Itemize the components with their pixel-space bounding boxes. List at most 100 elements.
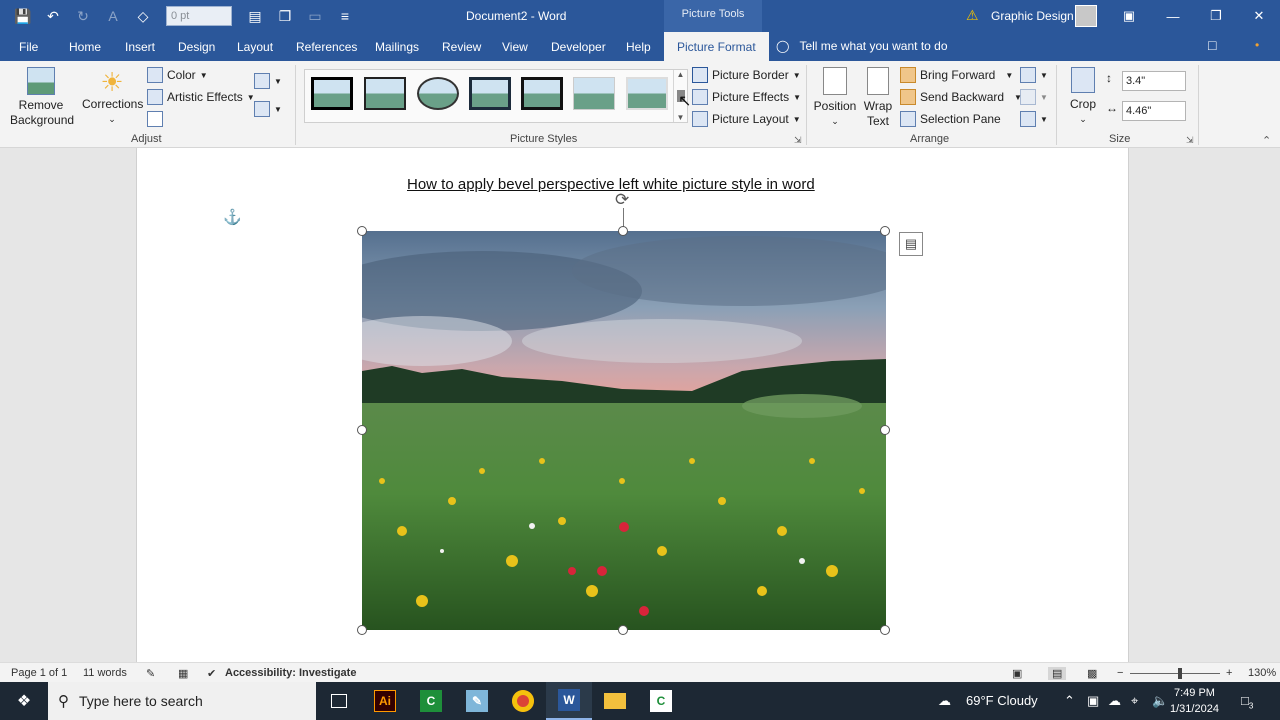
page-count[interactable]: Page 1 of 1 <box>11 667 67 679</box>
taskbar-search[interactable]: ⚲ Type here to search <box>48 682 316 720</box>
tab-home[interactable]: Home <box>69 40 101 54</box>
illustrator-icon[interactable]: Ai <box>362 682 408 720</box>
tab-file[interactable]: File <box>19 40 38 54</box>
resize-handle[interactable] <box>357 625 367 635</box>
document-heading[interactable]: How to apply bevel perspective left whit… <box>407 176 815 193</box>
width-field[interactable]: 4.46" <box>1122 101 1186 121</box>
group-button[interactable]: ▼ <box>1020 89 1048 105</box>
macro-icon[interactable]: ▦ <box>178 667 188 680</box>
resize-handle[interactable] <box>618 625 628 635</box>
layout-options-icon[interactable]: ▤ <box>899 232 923 256</box>
onedrive-icon[interactable]: ☁ <box>1108 693 1121 709</box>
zoom-level[interactable]: 130% <box>1248 667 1276 679</box>
resize-handle[interactable] <box>618 226 628 236</box>
collapse-ribbon-icon[interactable]: ⌃ <box>1262 134 1271 147</box>
resize-handle[interactable] <box>880 625 890 635</box>
volume-icon[interactable]: 🔈 <box>1152 693 1168 709</box>
save-icon[interactable]: 💾 <box>10 3 36 29</box>
rotate-button[interactable]: ▼ <box>1020 111 1048 127</box>
resize-handle[interactable] <box>880 226 890 236</box>
style-thumbnail[interactable] <box>573 77 615 110</box>
touch-mode-icon[interactable]: ◇ <box>130 3 156 29</box>
wifi-icon[interactable]: ⌖ <box>1131 693 1138 709</box>
meadow-picture[interactable] <box>362 231 886 630</box>
artistic-effects-button[interactable]: Artistic Effects ▼ <box>147 89 255 105</box>
accessibility-status[interactable]: Accessibility: Investigate <box>225 667 356 679</box>
ribbon-display-options-icon[interactable]: ▣ <box>1108 0 1150 32</box>
style-thumbnail[interactable] <box>364 77 406 110</box>
change-picture-button[interactable]: ▼ <box>254 101 282 117</box>
dialog-launcher-icon[interactable]: ⇲ <box>1186 135 1194 146</box>
weather-text[interactable]: 69°F Cloudy <box>966 693 1038 708</box>
read-mode-icon[interactable]: ▣ <box>1012 667 1022 680</box>
style-thumbnail[interactable] <box>469 77 511 110</box>
accessibility-icon[interactable]: ✔ <box>207 667 216 680</box>
tab-design[interactable]: Design <box>178 40 215 54</box>
customize-qat-icon[interactable]: ≡ <box>332 3 358 29</box>
style-thumbnail[interactable] <box>521 77 563 110</box>
tab-layout[interactable]: Layout <box>237 40 273 54</box>
copy-icon[interactable]: ❐ <box>272 3 298 29</box>
corrections-button[interactable]: ☀ Corrections ⌄ <box>82 67 143 127</box>
tell-me-search[interactable]: ◯ Tell me what you want to do <box>776 39 948 53</box>
style-thumbnail[interactable] <box>626 77 668 110</box>
task-view-icon[interactable] <box>316 682 362 720</box>
picture-layout-button[interactable]: Picture Layout ▼ <box>692 111 801 127</box>
bring-forward-button[interactable]: Bring Forward ▼ <box>900 67 1013 83</box>
share-dot-icon[interactable]: • <box>1255 38 1259 52</box>
camtasia-recorder-icon[interactable]: C <box>638 682 684 720</box>
anchor-icon[interactable]: ⚓ <box>223 208 242 226</box>
crop-button[interactable]: Crop ⌄ <box>1064 67 1102 127</box>
system-clock[interactable]: 7:49 PM 1/31/2024 <box>1170 685 1219 717</box>
tab-references[interactable]: References <box>296 40 357 54</box>
notification-center-icon[interactable]: □3 <box>1241 693 1253 711</box>
restore-icon[interactable]: ❐ <box>1195 0 1237 32</box>
resize-handle[interactable] <box>357 425 367 435</box>
file-explorer-icon[interactable] <box>592 682 638 720</box>
minimize-icon[interactable]: — <box>1152 0 1194 32</box>
word-count[interactable]: 11 words <box>83 667 127 679</box>
zoom-slider[interactable] <box>1130 673 1220 674</box>
remove-background-button[interactable]: Remove Background <box>10 67 74 128</box>
resize-handle[interactable] <box>880 425 890 435</box>
tab-picture-format[interactable]: Picture Format <box>664 32 769 61</box>
compress-pictures-button[interactable]: ▼ <box>254 73 282 89</box>
warning-icon[interactable]: ⚠ <box>966 7 979 24</box>
proofing-icon[interactable]: ✎ <box>146 667 155 680</box>
scroll-down-icon[interactable]: ▼ <box>677 113 685 122</box>
notepad-icon[interactable]: ✎ <box>454 682 500 720</box>
print-layout-icon[interactable]: ▤ <box>242 3 268 29</box>
scroll-up-icon[interactable]: ▲ <box>677 70 685 79</box>
windows-start-icon[interactable]: ❖ <box>0 682 48 720</box>
tab-review[interactable]: Review <box>442 40 481 54</box>
picture-border-button[interactable]: Picture Border ▼ <box>692 67 801 83</box>
color-button[interactable]: Color ▼ <box>147 67 208 83</box>
tray-chevron-icon[interactable]: ⌃ <box>1064 693 1075 709</box>
tab-insert[interactable]: Insert <box>125 40 155 54</box>
rotate-handle-icon[interactable]: ⟳ <box>615 190 629 210</box>
send-backward-button[interactable]: Send Backward ▼ <box>900 89 1022 105</box>
weather-icon[interactable]: ☁ <box>938 693 951 709</box>
zoom-in-icon[interactable]: + <box>1226 667 1232 679</box>
position-button[interactable]: Position ⌄ <box>812 67 858 129</box>
word-icon[interactable]: W <box>546 682 592 720</box>
align-button[interactable]: ▼ <box>1020 67 1048 83</box>
font-size-field[interactable]: 0 pt <box>166 6 232 26</box>
tray-app-icon[interactable]: ▣ <box>1087 693 1099 709</box>
selection-pane-button[interactable]: Selection Pane <box>900 111 1001 127</box>
close-icon[interactable]: ✕ <box>1238 0 1280 32</box>
web-layout-icon[interactable]: ▩ <box>1087 667 1097 680</box>
dialog-launcher-icon[interactable]: ⇲ <box>794 135 802 146</box>
chrome-icon[interactable] <box>500 682 546 720</box>
user-name[interactable]: Graphic Design <box>991 9 1074 23</box>
style-thumbnail[interactable] <box>311 77 353 110</box>
shape-icon[interactable]: ▭ <box>302 3 328 29</box>
format-painter-icon[interactable]: A <box>100 3 126 29</box>
zoom-slider-thumb[interactable] <box>1178 668 1182 679</box>
camtasia-icon[interactable]: C <box>408 682 454 720</box>
resize-handle[interactable] <box>357 226 367 236</box>
comments-icon[interactable]: □ <box>1208 37 1216 53</box>
avatar[interactable] <box>1075 5 1097 27</box>
zoom-out-icon[interactable]: − <box>1117 667 1123 679</box>
print-layout-icon[interactable]: ▤ <box>1048 667 1067 680</box>
